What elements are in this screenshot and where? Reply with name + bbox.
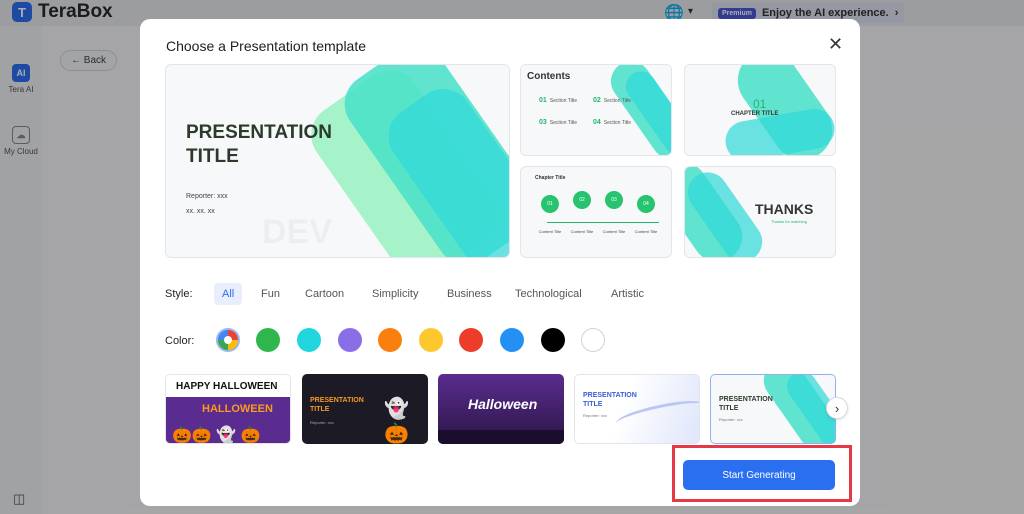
thumbnail-subtitle: Reporter: xxx	[310, 420, 334, 425]
color-swatch-white[interactable]	[581, 328, 605, 352]
thumbnail-title: PRESENTATION TITLE	[719, 396, 773, 412]
style-label: Style:	[165, 288, 193, 300]
color-swatch-purple[interactable]	[338, 328, 362, 352]
template-preview-contents: Contents 01 Section Title 02 Section Title…	[520, 64, 672, 156]
thanks-subtitle: Thanks for watching	[771, 219, 807, 224]
thumbnail-subtitle: HALLOWEEN	[202, 403, 273, 415]
preview-title: PRESENTATION TITLE	[186, 122, 333, 167]
preview-reporter: Reporter: xxx	[186, 193, 228, 200]
timeline-node: 03	[605, 191, 623, 209]
style-filter-business[interactable]: Business	[439, 283, 500, 305]
contents-item: 03 Section Title	[539, 119, 578, 126]
template-thumbnail-happy-halloween[interactable]: HAPPY HALLOWEEN HALLOWEEN 🎃🎃 👻 🎃	[165, 374, 291, 444]
contents-item: 04 Section Title	[593, 119, 632, 126]
thumbnail-subtitle: Reporter: xxx	[719, 417, 743, 422]
timeline-node-label: Content Title	[570, 229, 594, 234]
color-swatch-black[interactable]	[541, 328, 565, 352]
color-swatch-blue[interactable]	[500, 328, 524, 352]
thumbnail-title: PRESENTATION TITLE	[583, 392, 637, 408]
thumbnail-title: PRESENTATION TITLE	[310, 397, 364, 413]
color-label: Color:	[165, 335, 195, 347]
style-filter-all[interactable]: All	[214, 283, 243, 305]
thumbnail-title: Halloween	[468, 396, 538, 412]
thumbnail-title: HAPPY HALLOWEEN	[176, 381, 278, 392]
chevron-right-icon[interactable]: ›	[826, 397, 848, 419]
timeline-node-label: Content Title	[602, 229, 626, 234]
style-filter-cartoon[interactable]: Cartoon	[297, 283, 352, 305]
timeline-title: Chapter Title	[535, 175, 566, 181]
color-swatch-orange[interactable]	[378, 328, 402, 352]
template-thumbnail-blue-wave[interactable]: PRESENTATION TITLE Reporter: xxx	[574, 374, 700, 444]
thumbnail-ground	[438, 430, 564, 444]
start-generating-button[interactable]: Start Generating	[683, 460, 835, 490]
contents-item: 02 Section Title	[593, 97, 632, 104]
template-thumbnail-teal-selected[interactable]: PRESENTATION TITLE Reporter: xxx	[710, 374, 836, 444]
timeline-node-label: Content Title	[538, 229, 562, 234]
style-filter-fun[interactable]: Fun	[253, 283, 288, 305]
chapter-title: CHAPTER TITLE	[731, 111, 779, 117]
contents-heading: Contents	[527, 71, 571, 82]
template-modal: Choose a Presentation template ✕ DEV PRE…	[140, 19, 860, 506]
close-icon[interactable]: ✕	[828, 35, 843, 53]
watermark: DEV	[262, 213, 332, 252]
thanks-title: THANKS	[755, 201, 814, 217]
chapter-number: 01	[753, 97, 767, 111]
template-preview-thanks: THANKS Thanks for watching	[684, 166, 836, 258]
thumbnail-subtitle: Reporter: xxx	[583, 413, 607, 418]
pumpkin-icon: 🎃🎃 👻 🎃	[172, 427, 261, 444]
color-swatch-red[interactable]	[459, 328, 483, 352]
style-filter-artistic[interactable]: Artistic	[603, 283, 652, 305]
template-preview-timeline: Chapter Title 01 02 03 04 Content Title …	[520, 166, 672, 258]
modal-title: Choose a Presentation template	[166, 38, 367, 54]
style-filter-simplicity[interactable]: Simplicity	[364, 283, 426, 305]
ghost-pumpkin-icon: 👻🎃	[384, 398, 409, 444]
timeline-node-label: Content Title	[634, 229, 658, 234]
preview-date: xx. xx. xx	[186, 208, 215, 215]
template-preview-main: DEV PRESENTATION TITLE Reporter: xxx xx.…	[165, 64, 510, 258]
contents-item: 01 Section Title	[539, 97, 578, 104]
color-swatch-all[interactable]	[216, 328, 240, 352]
timeline-node: 04	[637, 195, 655, 213]
template-thumbnail-halloween-purple[interactable]: Halloween	[438, 374, 564, 444]
color-swatch-cyan[interactable]	[297, 328, 321, 352]
timeline-node: 02	[573, 191, 591, 209]
style-filter-technological[interactable]: Technological	[507, 283, 590, 305]
template-preview-chapter: 01 CHAPTER TITLE	[684, 64, 836, 156]
color-swatch-green[interactable]	[256, 328, 280, 352]
color-swatch-yellow[interactable]	[419, 328, 443, 352]
template-thumbnail-presentation-dark[interactable]: PRESENTATION TITLE Reporter: xxx 👻🎃	[302, 374, 428, 444]
timeline-line	[547, 222, 659, 223]
timeline-node: 01	[541, 195, 559, 213]
